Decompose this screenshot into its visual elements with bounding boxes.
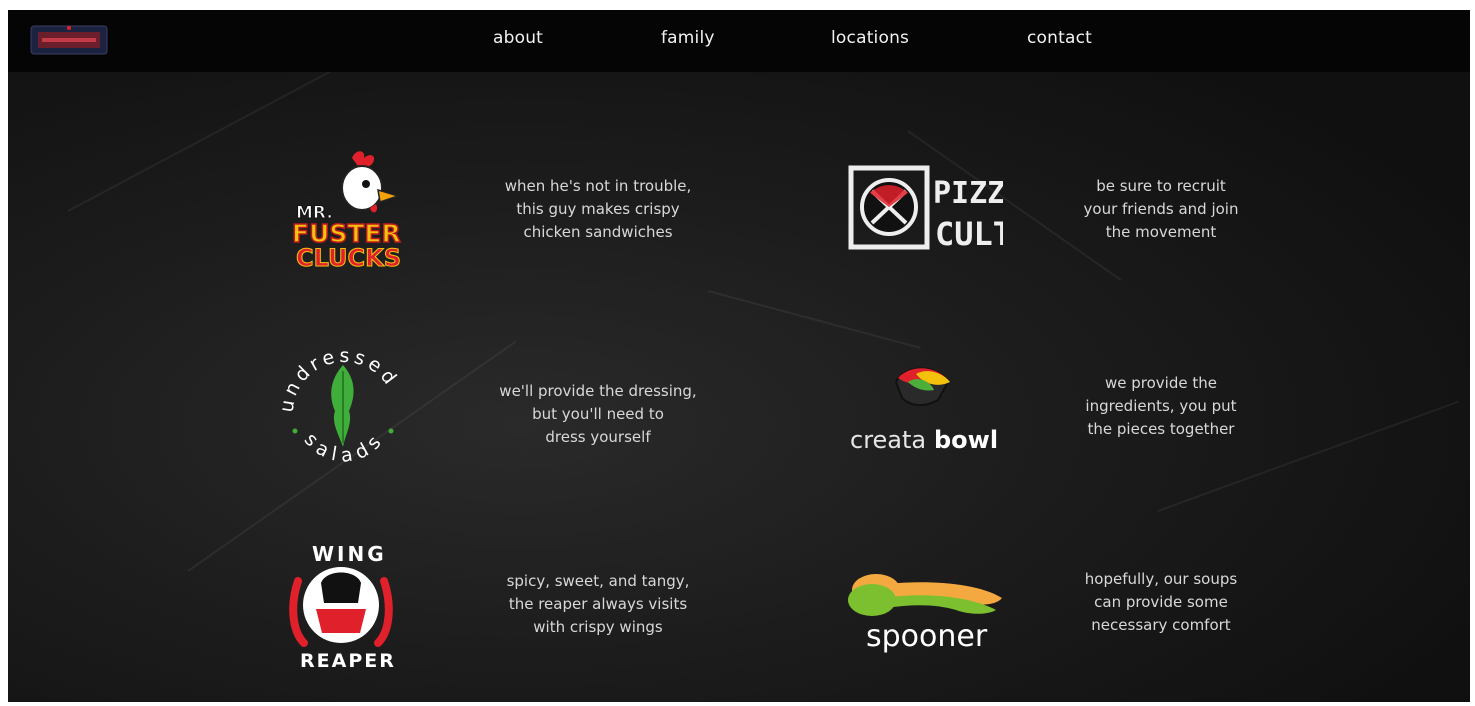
wing-reaper-logo[interactable]: WING REAPER — [276, 535, 406, 675]
description-line: can provide some — [1094, 593, 1228, 611]
description-line: this guy makes crispy — [516, 200, 680, 218]
background-texture — [707, 290, 921, 349]
description-line: your friends and join — [1083, 200, 1239, 218]
description-line: with crispy wings — [533, 618, 663, 636]
logo-text-cult: CULT — [935, 215, 1003, 250]
page-frame: about family locations contact MR. FUSTE… — [8, 10, 1470, 702]
createabowl-description: we provide the ingredients, you put the … — [1046, 372, 1276, 441]
logo-text-clucks: CLUCKS — [296, 244, 401, 271]
logo-text-pizza: PIZZA — [933, 176, 1003, 211]
chicken-icon: MR. FUSTER CLUCKS — [291, 151, 402, 273]
wing-reaper-description: spicy, sweet, and tangy, the reaper alwa… — [483, 570, 713, 639]
description-line: the reaper always visits — [508, 595, 688, 613]
description-line: the pieces together — [1087, 420, 1235, 438]
nav-link-contact[interactable]: contact — [1027, 28, 1092, 48]
pizza-cult-description: be sure to recruit your friends and join… — [1046, 175, 1276, 244]
description-line: the movement — [1105, 223, 1217, 241]
spooner-description: hopefully, our soups can provide some ne… — [1046, 568, 1276, 637]
undressed-salads-logo[interactable]: undressed salads — [273, 335, 413, 475]
pizza-cult-icon: PIZZA CULT — [848, 165, 1023, 253]
description-line: ingredients, you put — [1085, 397, 1237, 415]
mr-fuster-clucks-description: when he's not in trouble, this guy makes… — [483, 175, 713, 244]
pizza-cult-logo[interactable]: PIZZA CULT — [848, 165, 1023, 253]
spooner-logo[interactable]: spooner — [846, 558, 1011, 654]
logo-text-spooner: spooner — [866, 619, 988, 653]
lettuce-icon: undressed salads — [276, 345, 399, 467]
logo-text-bowl: bowl — [934, 426, 998, 454]
description-line: when he's not in trouble, — [504, 177, 692, 195]
home-logo-link[interactable] — [30, 20, 108, 60]
navbar: about family locations contact — [8, 10, 1470, 72]
bowl-icon: creata bowl — [850, 367, 998, 454]
nav-link-about[interactable]: about — [493, 28, 543, 48]
description-line: hopefully, our soups — [1084, 570, 1238, 588]
description-line: but you'll need to — [532, 405, 664, 423]
logo-text-wing: WING — [312, 542, 387, 566]
nav-link-locations[interactable]: locations — [831, 28, 909, 48]
description-line: we provide the — [1105, 374, 1217, 392]
spoon-icon: spooner — [848, 574, 1002, 654]
mr-fuster-clucks-logo[interactable]: MR. FUSTER CLUCKS — [280, 146, 410, 273]
description-line: dress yourself — [545, 428, 651, 446]
logo-text-creata: creata — [850, 426, 926, 454]
undressed-salads-description: we'll provide the dressing, but you'll n… — [483, 380, 713, 449]
description-line: we'll provide the dressing, — [499, 382, 697, 400]
description-line: spicy, sweet, and tangy, — [506, 572, 690, 590]
reaper-icon: WING REAPER — [289, 542, 396, 672]
description-line: chicken sandwiches — [523, 223, 673, 241]
nav-link-family[interactable]: family — [661, 28, 715, 48]
logo-text-reaper: REAPER — [300, 650, 396, 672]
restaurant-group-logo-icon — [30, 25, 108, 55]
description-line: necessary comfort — [1091, 616, 1231, 634]
createabowl-logo[interactable]: creata bowl — [846, 360, 1006, 455]
description-line: be sure to recruit — [1096, 177, 1226, 195]
